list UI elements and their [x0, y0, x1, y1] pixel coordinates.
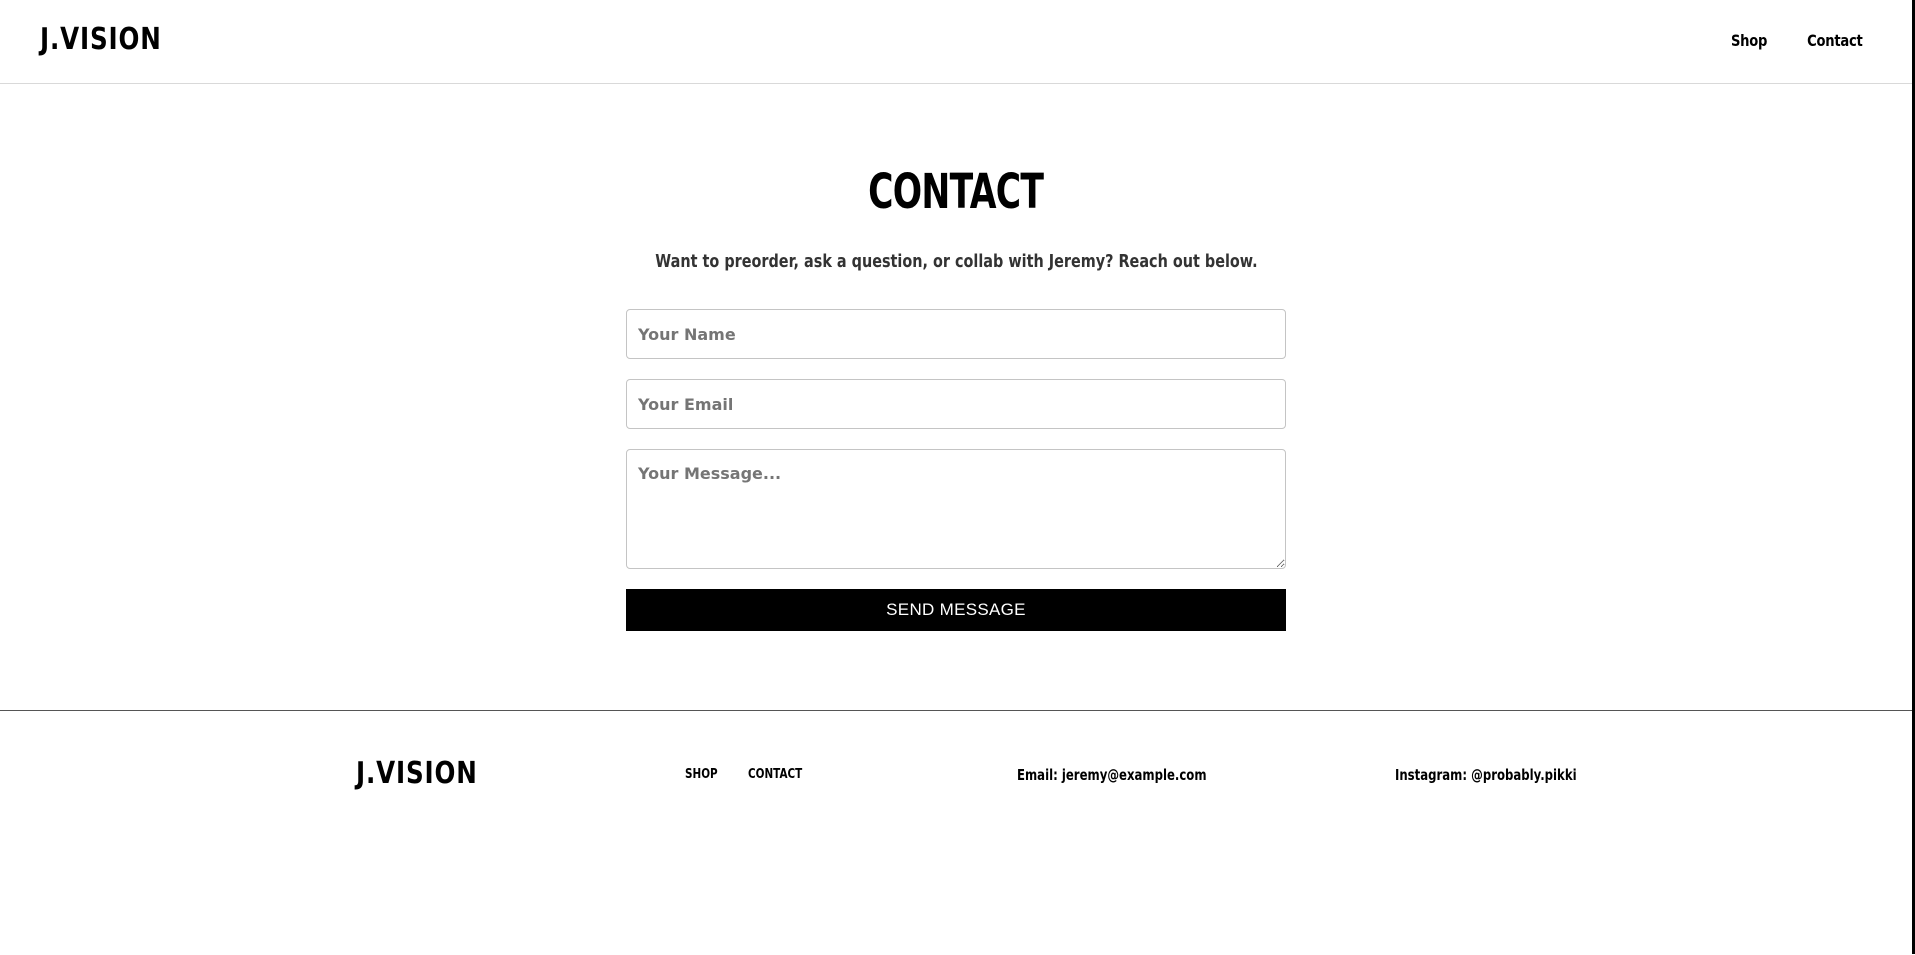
- main-nav: Shop Contact: [1727, 31, 1869, 50]
- footer-logo[interactable]: J.VISION: [356, 759, 478, 789]
- footer-instagram: Instagram: @probably.pikki: [1395, 766, 1577, 784]
- footer-link-contact[interactable]: CONTACT: [748, 767, 802, 782]
- site-logo[interactable]: J.VISION: [40, 25, 162, 55]
- message-textarea[interactable]: [626, 449, 1286, 569]
- name-input[interactable]: [626, 309, 1286, 359]
- site-footer: J.VISION SHOP CONTACT Email: jeremy@exam…: [0, 710, 1912, 955]
- footer-nav: SHOP CONTACT: [685, 767, 816, 782]
- email-input[interactable]: [626, 379, 1286, 429]
- page-title: CONTACT: [0, 168, 1912, 216]
- page-title-text: CONTACT: [868, 164, 1044, 220]
- footer-link-shop[interactable]: SHOP: [685, 767, 718, 782]
- footer-email: Email: jeremy@example.com: [1017, 766, 1207, 784]
- page-subtitle: Want to preorder, ask a question, or col…: [0, 253, 1912, 271]
- site-header: J.VISION Shop Contact: [0, 0, 1912, 84]
- send-message-button[interactable]: SEND MESSAGE: [626, 589, 1286, 631]
- page-subtitle-text: Want to preorder, ask a question, or col…: [654, 251, 1258, 272]
- nav-link-shop[interactable]: Shop: [1731, 31, 1767, 50]
- nav-link-contact[interactable]: Contact: [1807, 31, 1863, 50]
